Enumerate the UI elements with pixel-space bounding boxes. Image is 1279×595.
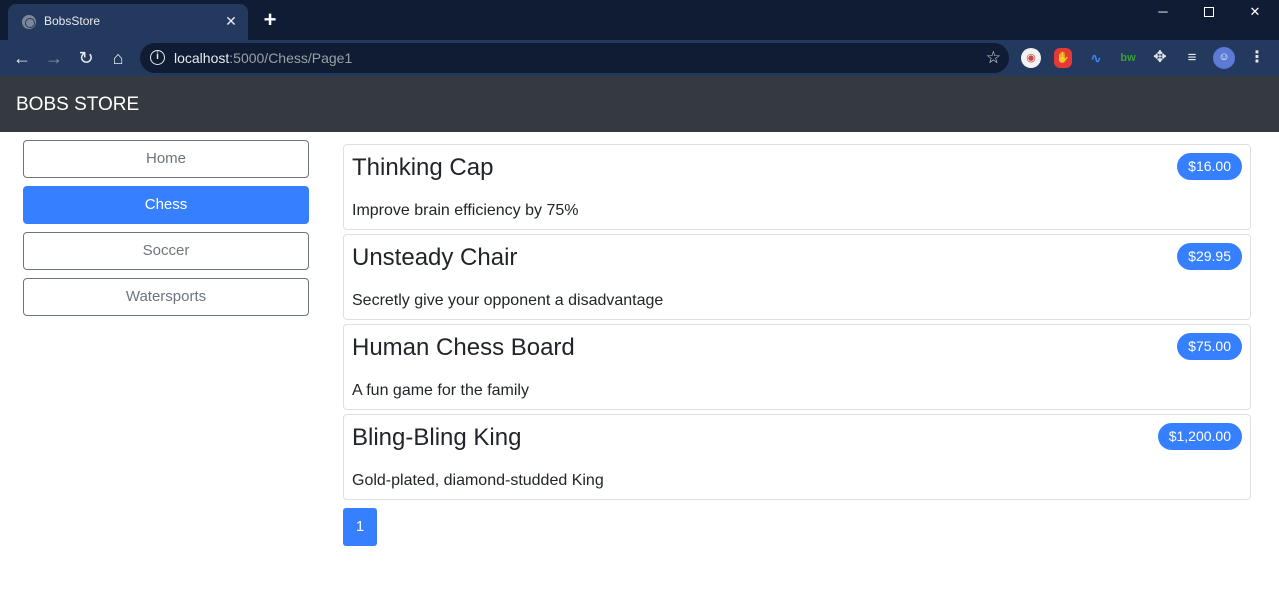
- product-card: Human Chess Board $75.00 A fun game for …: [343, 324, 1251, 410]
- maximize-icon[interactable]: [1186, 0, 1232, 24]
- category-button-soccer[interactable]: Soccer: [23, 232, 309, 270]
- product-name: Thinking Cap: [352, 154, 494, 181]
- address-bar[interactable]: i localhost:5000/Chess/Page1 ☆: [140, 43, 1009, 73]
- page-button-1[interactable]: 1: [343, 508, 377, 546]
- browser-tabstrip: BobsStore ✕ + ─ ✕: [0, 0, 1279, 40]
- product-name: Unsteady Chair: [352, 244, 518, 271]
- extension-face-icon[interactable]: ◉: [1021, 48, 1041, 68]
- home-icon[interactable]: ⌂: [107, 47, 129, 69]
- bookmark-star-icon[interactable]: ☆: [986, 48, 1001, 68]
- product-list: Thinking Cap $16.00 Improve brain effici…: [343, 144, 1251, 504]
- reload-icon[interactable]: ↻: [75, 47, 97, 69]
- category-button-home[interactable]: Home: [23, 140, 309, 178]
- url-text[interactable]: localhost:5000/Chess/Page1: [174, 50, 352, 66]
- category-sidebar: Home Chess Soccer Watersports: [23, 140, 309, 324]
- new-tab-icon[interactable]: +: [259, 9, 281, 31]
- window-close-icon[interactable]: ✕: [1232, 0, 1278, 24]
- price-badge: $1,200.00: [1157, 423, 1242, 450]
- menu-kebab-icon[interactable]: ⋮: [1247, 48, 1267, 68]
- tab-close-icon[interactable]: ✕: [222, 12, 240, 30]
- brand-title[interactable]: BOBS STORE: [16, 94, 139, 116]
- product-name: Bling-Bling King: [352, 424, 522, 451]
- price-badge: $16.00: [1177, 153, 1242, 180]
- price-badge: $29.95: [1177, 243, 1242, 270]
- product-name: Human Chess Board: [352, 334, 575, 361]
- product-description: Improve brain efficiency by 75%: [352, 202, 579, 219]
- product-description: Gold-plated, diamond-studded King: [352, 472, 604, 489]
- media-playlist-icon[interactable]: ≡: [1182, 48, 1202, 68]
- tab-title: BobsStore: [44, 14, 101, 28]
- price-badge: $75.00: [1177, 333, 1242, 360]
- extension-wave-icon[interactable]: ∿: [1086, 48, 1106, 68]
- url-host: localhost: [174, 50, 230, 66]
- category-button-watersports[interactable]: Watersports: [23, 278, 309, 316]
- globe-icon: [22, 15, 36, 29]
- extension-hand-icon[interactable]: ✋: [1054, 48, 1072, 68]
- extension-bw-icon[interactable]: bw: [1118, 48, 1138, 68]
- category-button-chess[interactable]: Chess: [23, 186, 309, 224]
- product-card: Unsteady Chair $29.95 Secretly give your…: [343, 234, 1251, 320]
- browser-toolbar: ← → ↻ ⌂ i localhost:5000/Chess/Page1 ☆ ◉…: [0, 40, 1279, 76]
- site-navbar: BOBS STORE: [0, 76, 1279, 132]
- product-card: Thinking Cap $16.00 Improve brain effici…: [343, 144, 1251, 230]
- info-icon[interactable]: i: [150, 50, 165, 65]
- profile-avatar-icon[interactable]: ☺: [1213, 47, 1235, 69]
- product-description: Secretly give your opponent a disadvanta…: [352, 292, 664, 309]
- minimize-icon[interactable]: ─: [1140, 0, 1186, 24]
- browser-tab[interactable]: BobsStore ✕: [8, 4, 248, 40]
- product-card: Bling-Bling King $1,200.00 Gold-plated, …: [343, 414, 1251, 500]
- extensions-puzzle-icon[interactable]: ✥: [1150, 48, 1170, 68]
- forward-arrow-icon[interactable]: →: [43, 47, 65, 69]
- back-arrow-icon[interactable]: ←: [11, 47, 33, 69]
- product-description: A fun game for the family: [352, 382, 529, 399]
- url-path: :5000/Chess/Page1: [229, 50, 353, 66]
